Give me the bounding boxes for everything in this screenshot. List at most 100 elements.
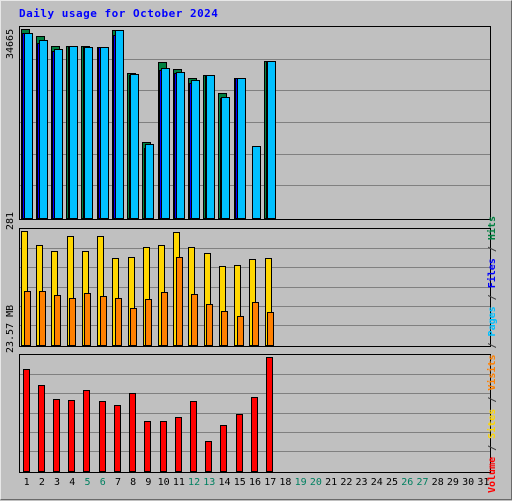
legend-labels: Volume / Sites / Visits / Pages / Files … (487, 216, 498, 493)
legend-separator: / (487, 336, 498, 355)
legend-entry-pages: Pages (487, 306, 498, 337)
bar-volume-day-1 (22, 369, 30, 472)
webalizer-usage-graph: Daily usage for October 2024 34665 281 2… (0, 0, 512, 500)
bar-pages-day-13 (206, 75, 216, 219)
bar-pages-day-16 (251, 146, 261, 219)
y-max-label-hits: 34665 (5, 28, 16, 59)
bar-visits-day-9 (145, 299, 153, 346)
bar-volume-day-14 (220, 425, 228, 472)
bar-visits-day-1 (23, 291, 31, 346)
legend-separator: / (487, 288, 498, 307)
bar-pages-day-8 (130, 74, 140, 219)
bar-pages-day-7 (114, 30, 124, 219)
bar-volume-day-7 (113, 405, 121, 472)
x-axis-label-day-5: 5 (84, 477, 91, 488)
x-axis-label-day-17: 17 (264, 477, 277, 488)
y-max-label-sites: 281 (5, 211, 16, 230)
x-axis-label-day-13: 13 (203, 477, 216, 488)
page-title: Daily usage for October 2024 (19, 7, 219, 20)
bar-pages-day-4 (69, 46, 79, 219)
plot-area-hits (20, 27, 490, 219)
chart-panel-sites-visits (19, 228, 491, 347)
bar-pages-day-5 (84, 47, 94, 219)
bar-volume-day-12 (189, 401, 197, 472)
bar-pages-day-17 (267, 61, 277, 219)
x-axis-label-day-25: 25 (385, 477, 399, 488)
legend-entry-hits: Hits (487, 216, 498, 241)
bar-pages-day-3 (53, 49, 63, 219)
bar-visits-day-13 (206, 304, 214, 346)
x-axis-label-day-28: 28 (431, 477, 444, 488)
bar-pages-day-9 (145, 144, 155, 219)
bar-visits-day-7 (114, 298, 122, 346)
x-axis-label-day-21: 21 (325, 477, 338, 488)
x-axis-label-day-10: 10 (157, 477, 170, 488)
bar-visits-day-6 (99, 296, 107, 346)
plot-area-volume (20, 355, 490, 472)
bar-visits-day-15 (236, 316, 244, 346)
bar-visits-day-2 (38, 291, 46, 346)
x-axis-label-day-15: 15 (233, 477, 246, 488)
bar-volume-day-4 (68, 400, 76, 472)
bar-visits-day-17 (267, 312, 275, 346)
bar-pages-day-11 (175, 72, 185, 219)
x-axis-label-day-2: 2 (38, 477, 45, 488)
bar-volume-day-6 (98, 401, 106, 472)
bar-visits-day-12 (190, 294, 198, 346)
bar-visits-day-11 (175, 257, 183, 346)
x-axis-label-day-6: 6 (99, 477, 106, 488)
x-axis-label-day-23: 23 (355, 477, 368, 488)
bar-volume-day-8 (129, 393, 137, 472)
plot-area-sites (20, 229, 490, 346)
bar-pages-day-12 (190, 80, 200, 219)
legend: Volume / Sites / Visits / Pages / Files … (487, 1, 509, 501)
x-axis-label-day-12: 12 (188, 477, 201, 488)
x-axis-label-day-22: 22 (340, 477, 353, 488)
bar-visits-day-16 (251, 302, 259, 346)
bar-volume-day-10 (159, 421, 167, 472)
bar-pages-day-15 (236, 78, 246, 219)
x-axis-day-labels: 1 2 3 4 5 6 7 8 9 10 11 12 13 14 15 16 17 18 19 20 21 22 23 24 2… (19, 477, 491, 493)
bar-volume-day-9 (144, 421, 152, 472)
bar-volume-day-11 (174, 417, 182, 472)
x-axis-label-day-20: 20 (309, 477, 322, 488)
chart-panel-hits-files-pages (19, 26, 491, 220)
x-axis-label-day-24: 24 (370, 477, 383, 488)
x-axis-label-day-1: 1 (23, 477, 30, 488)
x-axis-label-day-19: 19 (294, 477, 307, 488)
bar-visits-day-5 (84, 293, 92, 346)
x-axis-label-day-9: 9 (145, 477, 152, 488)
legend-separator: / (487, 390, 498, 409)
bar-visits-day-14 (221, 311, 229, 346)
bar-pages-day-14 (221, 97, 231, 219)
gridline (20, 248, 490, 249)
x-axis-label-day-4: 4 (69, 477, 76, 488)
legend-entry-volume: Volume (487, 456, 498, 493)
legend-entry-files: Files (487, 258, 498, 289)
bar-volume-day-2 (37, 385, 45, 472)
bar-pages-day-2 (38, 40, 48, 219)
y-max-label-volume: 23.57 MB (5, 304, 16, 353)
bar-pages-day-1 (23, 33, 33, 219)
chart-panel-volume (19, 354, 491, 473)
legend-separator: / (487, 240, 498, 259)
legend-entry-visits: Visits (487, 354, 498, 391)
bar-visits-day-10 (160, 292, 168, 346)
x-axis-label-day-3: 3 (54, 477, 61, 488)
x-axis-label-day-7: 7 (114, 477, 121, 488)
legend-entry-sites: Sites (487, 408, 498, 439)
x-axis-label-day-14: 14 (218, 477, 231, 488)
bar-volume-day-15 (235, 414, 243, 472)
bar-visits-day-3 (53, 295, 61, 346)
bar-volume-day-5 (83, 390, 91, 472)
x-axis-label-day-18: 18 (279, 477, 292, 488)
bar-volume-day-16 (250, 397, 258, 472)
gridline (20, 393, 490, 394)
x-axis-label-day-29: 29 (446, 477, 459, 488)
legend-separator: / (487, 438, 498, 457)
x-axis-label-day-11: 11 (172, 477, 185, 488)
bar-volume-day-17 (266, 357, 274, 472)
x-axis-label-day-26: 26 (401, 477, 414, 488)
x-axis-label-day-30: 30 (462, 477, 475, 488)
gridline (20, 374, 490, 375)
